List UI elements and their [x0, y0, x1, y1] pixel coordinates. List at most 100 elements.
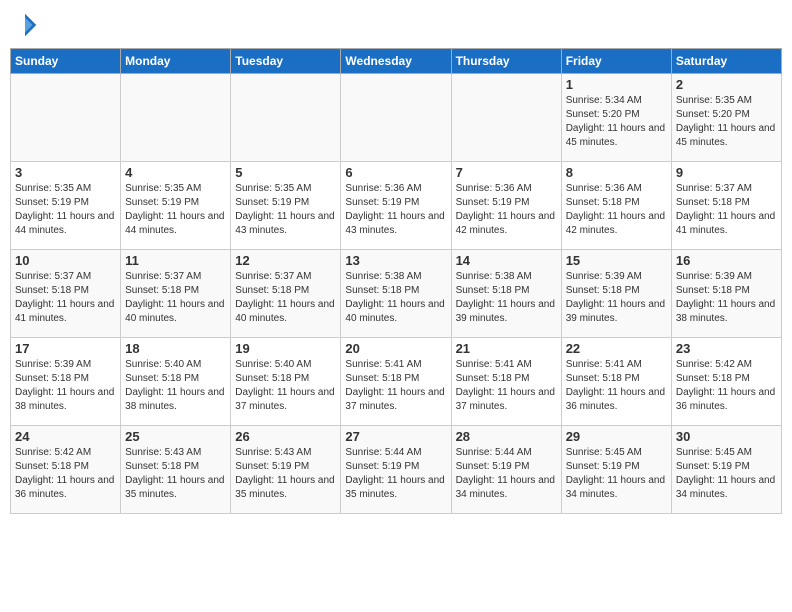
- day-number: 9: [676, 165, 777, 180]
- day-number: 29: [566, 429, 667, 444]
- day-info: Sunrise: 5:45 AM Sunset: 5:19 PM Dayligh…: [676, 446, 777, 502]
- day-number: 13: [345, 253, 446, 268]
- calendar-cell: 4 Sunrise: 5:35 AM Sunset: 5:19 PM Dayli…: [121, 162, 231, 250]
- day-info: Sunrise: 5:41 AM Sunset: 5:18 PM Dayligh…: [456, 358, 557, 414]
- day-info: Sunrise: 5:44 AM Sunset: 5:19 PM Dayligh…: [345, 446, 446, 502]
- calendar-cell: 29 Sunrise: 5:45 AM Sunset: 5:19 PM Dayl…: [561, 426, 671, 514]
- day-number: 4: [125, 165, 226, 180]
- logo: [10, 10, 44, 40]
- calendar-cell: 20 Sunrise: 5:41 AM Sunset: 5:18 PM Dayl…: [341, 338, 451, 426]
- day-info: Sunrise: 5:34 AM Sunset: 5:20 PM Dayligh…: [566, 94, 667, 150]
- calendar-cell: 22 Sunrise: 5:41 AM Sunset: 5:18 PM Dayl…: [561, 338, 671, 426]
- day-number: 6: [345, 165, 446, 180]
- day-info: Sunrise: 5:36 AM Sunset: 5:19 PM Dayligh…: [345, 182, 446, 238]
- day-number: 14: [456, 253, 557, 268]
- calendar-cell: [11, 74, 121, 162]
- day-info: Sunrise: 5:39 AM Sunset: 5:18 PM Dayligh…: [676, 270, 777, 326]
- calendar-cell: 3 Sunrise: 5:35 AM Sunset: 5:19 PM Dayli…: [11, 162, 121, 250]
- calendar-header-row: SundayMondayTuesdayWednesdayThursdayFrid…: [11, 49, 782, 74]
- calendar-cell: 7 Sunrise: 5:36 AM Sunset: 5:19 PM Dayli…: [451, 162, 561, 250]
- logo-icon: [10, 10, 40, 40]
- day-info: Sunrise: 5:36 AM Sunset: 5:18 PM Dayligh…: [566, 182, 667, 238]
- column-header-thursday: Thursday: [451, 49, 561, 74]
- calendar-cell: [341, 74, 451, 162]
- day-number: 18: [125, 341, 226, 356]
- day-number: 8: [566, 165, 667, 180]
- day-number: 26: [235, 429, 336, 444]
- column-header-wednesday: Wednesday: [341, 49, 451, 74]
- calendar-cell: 18 Sunrise: 5:40 AM Sunset: 5:18 PM Dayl…: [121, 338, 231, 426]
- day-number: 30: [676, 429, 777, 444]
- day-number: 27: [345, 429, 446, 444]
- day-info: Sunrise: 5:37 AM Sunset: 5:18 PM Dayligh…: [125, 270, 226, 326]
- calendar-cell: 1 Sunrise: 5:34 AM Sunset: 5:20 PM Dayli…: [561, 74, 671, 162]
- day-number: 23: [676, 341, 777, 356]
- day-info: Sunrise: 5:37 AM Sunset: 5:18 PM Dayligh…: [235, 270, 336, 326]
- calendar-week-5: 24 Sunrise: 5:42 AM Sunset: 5:18 PM Dayl…: [11, 426, 782, 514]
- day-info: Sunrise: 5:45 AM Sunset: 5:19 PM Dayligh…: [566, 446, 667, 502]
- calendar-cell: 19 Sunrise: 5:40 AM Sunset: 5:18 PM Dayl…: [231, 338, 341, 426]
- day-info: Sunrise: 5:38 AM Sunset: 5:18 PM Dayligh…: [456, 270, 557, 326]
- calendar-cell: 25 Sunrise: 5:43 AM Sunset: 5:18 PM Dayl…: [121, 426, 231, 514]
- day-info: Sunrise: 5:37 AM Sunset: 5:18 PM Dayligh…: [676, 182, 777, 238]
- column-header-tuesday: Tuesday: [231, 49, 341, 74]
- day-number: 12: [235, 253, 336, 268]
- day-info: Sunrise: 5:35 AM Sunset: 5:19 PM Dayligh…: [235, 182, 336, 238]
- day-info: Sunrise: 5:44 AM Sunset: 5:19 PM Dayligh…: [456, 446, 557, 502]
- day-info: Sunrise: 5:35 AM Sunset: 5:19 PM Dayligh…: [125, 182, 226, 238]
- day-info: Sunrise: 5:36 AM Sunset: 5:19 PM Dayligh…: [456, 182, 557, 238]
- day-info: Sunrise: 5:35 AM Sunset: 5:20 PM Dayligh…: [676, 94, 777, 150]
- day-number: 15: [566, 253, 667, 268]
- column-header-friday: Friday: [561, 49, 671, 74]
- calendar-cell: 15 Sunrise: 5:39 AM Sunset: 5:18 PM Dayl…: [561, 250, 671, 338]
- day-number: 11: [125, 253, 226, 268]
- column-header-saturday: Saturday: [671, 49, 781, 74]
- calendar-table: SundayMondayTuesdayWednesdayThursdayFrid…: [10, 48, 782, 514]
- day-info: Sunrise: 5:41 AM Sunset: 5:18 PM Dayligh…: [566, 358, 667, 414]
- day-info: Sunrise: 5:38 AM Sunset: 5:18 PM Dayligh…: [345, 270, 446, 326]
- day-number: 7: [456, 165, 557, 180]
- day-number: 1: [566, 77, 667, 92]
- day-info: Sunrise: 5:40 AM Sunset: 5:18 PM Dayligh…: [125, 358, 226, 414]
- calendar-cell: [231, 74, 341, 162]
- day-number: 20: [345, 341, 446, 356]
- calendar-cell: [121, 74, 231, 162]
- day-number: 16: [676, 253, 777, 268]
- calendar-cell: 13 Sunrise: 5:38 AM Sunset: 5:18 PM Dayl…: [341, 250, 451, 338]
- calendar-cell: 28 Sunrise: 5:44 AM Sunset: 5:19 PM Dayl…: [451, 426, 561, 514]
- day-number: 25: [125, 429, 226, 444]
- day-number: 19: [235, 341, 336, 356]
- calendar-cell: 21 Sunrise: 5:41 AM Sunset: 5:18 PM Dayl…: [451, 338, 561, 426]
- day-info: Sunrise: 5:35 AM Sunset: 5:19 PM Dayligh…: [15, 182, 116, 238]
- calendar-week-1: 1 Sunrise: 5:34 AM Sunset: 5:20 PM Dayli…: [11, 74, 782, 162]
- calendar-cell: 16 Sunrise: 5:39 AM Sunset: 5:18 PM Dayl…: [671, 250, 781, 338]
- calendar-cell: [451, 74, 561, 162]
- calendar-week-3: 10 Sunrise: 5:37 AM Sunset: 5:18 PM Dayl…: [11, 250, 782, 338]
- day-info: Sunrise: 5:43 AM Sunset: 5:19 PM Dayligh…: [235, 446, 336, 502]
- column-header-sunday: Sunday: [11, 49, 121, 74]
- calendar-cell: 17 Sunrise: 5:39 AM Sunset: 5:18 PM Dayl…: [11, 338, 121, 426]
- day-number: 24: [15, 429, 116, 444]
- calendar-week-4: 17 Sunrise: 5:39 AM Sunset: 5:18 PM Dayl…: [11, 338, 782, 426]
- calendar-cell: 2 Sunrise: 5:35 AM Sunset: 5:20 PM Dayli…: [671, 74, 781, 162]
- column-header-monday: Monday: [121, 49, 231, 74]
- day-info: Sunrise: 5:43 AM Sunset: 5:18 PM Dayligh…: [125, 446, 226, 502]
- calendar-cell: 8 Sunrise: 5:36 AM Sunset: 5:18 PM Dayli…: [561, 162, 671, 250]
- day-info: Sunrise: 5:41 AM Sunset: 5:18 PM Dayligh…: [345, 358, 446, 414]
- day-number: 17: [15, 341, 116, 356]
- calendar-cell: 5 Sunrise: 5:35 AM Sunset: 5:19 PM Dayli…: [231, 162, 341, 250]
- day-info: Sunrise: 5:37 AM Sunset: 5:18 PM Dayligh…: [15, 270, 116, 326]
- calendar-cell: 10 Sunrise: 5:37 AM Sunset: 5:18 PM Dayl…: [11, 250, 121, 338]
- calendar-cell: 24 Sunrise: 5:42 AM Sunset: 5:18 PM Dayl…: [11, 426, 121, 514]
- calendar-cell: 26 Sunrise: 5:43 AM Sunset: 5:19 PM Dayl…: [231, 426, 341, 514]
- calendar-cell: 12 Sunrise: 5:37 AM Sunset: 5:18 PM Dayl…: [231, 250, 341, 338]
- day-number: 28: [456, 429, 557, 444]
- calendar-cell: 6 Sunrise: 5:36 AM Sunset: 5:19 PM Dayli…: [341, 162, 451, 250]
- calendar-cell: 23 Sunrise: 5:42 AM Sunset: 5:18 PM Dayl…: [671, 338, 781, 426]
- day-number: 5: [235, 165, 336, 180]
- day-number: 3: [15, 165, 116, 180]
- day-info: Sunrise: 5:39 AM Sunset: 5:18 PM Dayligh…: [566, 270, 667, 326]
- day-info: Sunrise: 5:40 AM Sunset: 5:18 PM Dayligh…: [235, 358, 336, 414]
- calendar-cell: 14 Sunrise: 5:38 AM Sunset: 5:18 PM Dayl…: [451, 250, 561, 338]
- page-header: [10, 10, 782, 40]
